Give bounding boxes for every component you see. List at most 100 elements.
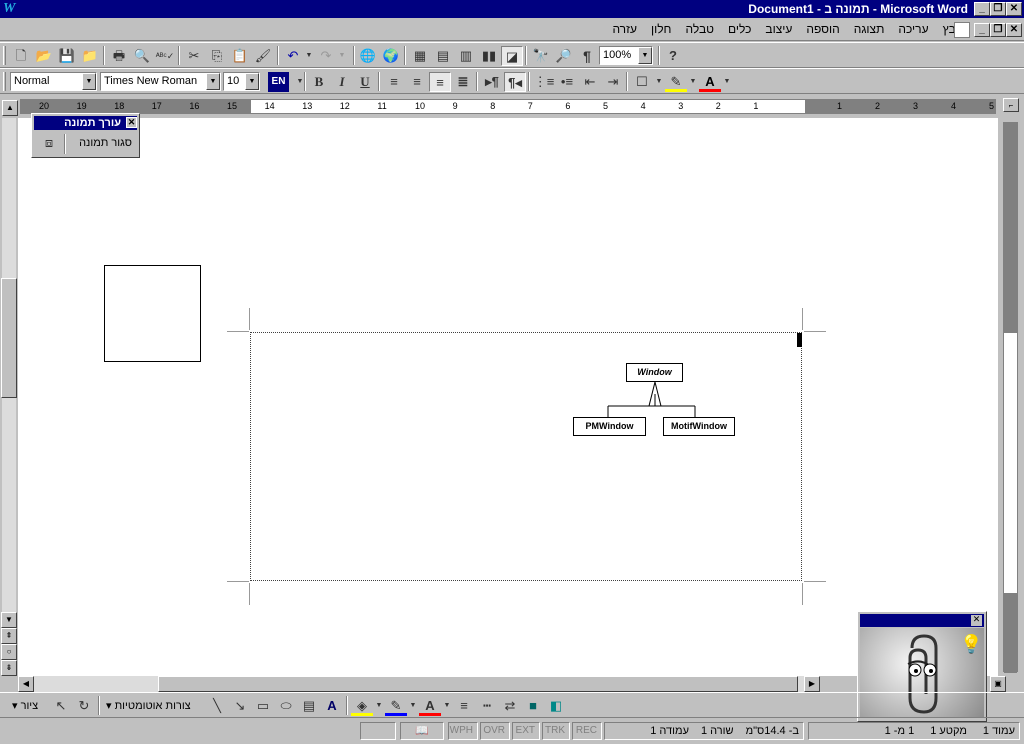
scroll-right-icon[interactable]: ▶	[804, 676, 820, 692]
horizontal-scrollbar[interactable]: ◀ ▶ ▣	[18, 676, 1006, 692]
line-style-icon[interactable]: ≡	[453, 696, 475, 716]
increase-indent-icon[interactable]: ⇥	[602, 72, 624, 92]
arrow-icon[interactable]: ↘	[229, 696, 251, 716]
menu-item[interactable]: הוספה	[804, 22, 841, 36]
bullets-icon[interactable]: •≡	[556, 72, 578, 92]
style-select[interactable]: Normal ▼	[10, 72, 97, 91]
scroll-left-icon[interactable]: ◀	[18, 676, 34, 692]
picture-frame[interactable]	[250, 332, 802, 581]
left-scrollbar[interactable]: ▼ ⇞ ○ ⇟	[0, 118, 18, 676]
toolbar-grip[interactable]	[3, 46, 6, 65]
bold-icon[interactable]: B	[308, 72, 330, 92]
columns-icon[interactable]: ▮▮	[478, 46, 500, 66]
select-browse-icon[interactable]: ⌐	[1003, 98, 1019, 112]
document-icon[interactable]	[954, 22, 970, 38]
minimize-button[interactable]: _	[974, 2, 990, 16]
chevron-down-icon[interactable]: ▼	[245, 73, 259, 90]
dash-style-icon[interactable]: ┅	[476, 696, 498, 716]
help-icon[interactable]: ?	[662, 46, 684, 66]
rtl-paragraph-icon[interactable]: ¶◂	[504, 72, 526, 92]
redo-dropdown-icon[interactable]: ▼	[331, 46, 353, 66]
align-center-icon[interactable]: ≡	[406, 72, 428, 92]
doc-close-button[interactable]: ✕	[1006, 23, 1022, 37]
doc-minimize-button[interactable]: _	[974, 23, 990, 37]
restore-button[interactable]: ❐	[990, 2, 1006, 16]
wph-indicator[interactable]: WPH	[448, 722, 478, 740]
font-select[interactable]: Times New Roman ▼	[100, 72, 221, 91]
ovr-indicator[interactable]: OVR	[480, 722, 510, 740]
autoshapes-menu-button[interactable]: צורות אוטומטיות ▾	[106, 699, 191, 712]
close-icon[interactable]: ✕	[126, 117, 137, 128]
open-folder-icon[interactable]: 📂	[33, 46, 55, 66]
chevron-down-icon[interactable]: ▼	[638, 47, 652, 64]
close-icon[interactable]: ✕	[971, 615, 982, 626]
spelling-icon[interactable]: ᴬᴮᶜ✓	[154, 46, 176, 66]
folder-icon[interactable]: 📁	[79, 46, 101, 66]
next-page-icon[interactable]: ⇟	[1, 660, 17, 676]
menu-item[interactable]: עיצוב	[763, 22, 794, 36]
uml-class-motifwindow[interactable]: MotifWindow	[663, 417, 735, 436]
lightbulb-icon[interactable]: 💡	[960, 634, 982, 654]
3d-icon[interactable]: ◧	[545, 696, 567, 716]
arrow-style-icon[interactable]: ⇄	[499, 696, 521, 716]
uml-class-window[interactable]: Window	[626, 363, 683, 382]
align-right-icon[interactable]: ≡	[429, 72, 451, 92]
print-icon[interactable]: 🖶	[108, 46, 130, 66]
scroll-up-icon[interactable]: ▲	[2, 100, 18, 116]
web-toolbar-icon[interactable]: 🌍	[380, 46, 402, 66]
insert-excel-icon[interactable]: ▥	[455, 46, 477, 66]
chevron-down-icon[interactable]: ▼	[206, 73, 220, 90]
italic-icon[interactable]: I	[331, 72, 353, 92]
justify-icon[interactable]: ≣	[452, 72, 474, 92]
rectangle-icon[interactable]: ▭	[252, 696, 274, 716]
rectangle-shape[interactable]	[104, 265, 201, 362]
vertical-ruler[interactable]	[1003, 122, 1018, 673]
ext-indicator[interactable]: EXT	[512, 722, 540, 740]
rec-indicator[interactable]: REC	[572, 722, 602, 740]
drawing-icon[interactable]: ◪	[501, 46, 523, 66]
scroll-down-icon[interactable]: ▼	[1, 612, 17, 628]
draw-menu-button[interactable]: ציור ▾	[12, 699, 38, 712]
ltr-paragraph-icon[interactable]: ▸¶	[481, 72, 503, 92]
trk-indicator[interactable]: TRK	[542, 722, 570, 740]
document-map-icon[interactable]: 🔭	[530, 46, 552, 66]
zoom-page-icon[interactable]: 🔎	[553, 46, 575, 66]
page-layout-view-icon[interactable]: ▣	[990, 676, 1006, 692]
cut-icon[interactable]: ✂	[183, 46, 205, 66]
show-hide-icon[interactable]: ¶	[576, 46, 598, 66]
language-button[interactable]: EN	[268, 72, 289, 92]
spelling-status-icon[interactable]: 📖	[400, 722, 444, 740]
hscroll-thumb[interactable]	[158, 676, 798, 692]
free-rotate-icon[interactable]: ↻	[73, 696, 95, 716]
menu-item[interactable]: טבלה	[683, 22, 716, 36]
horizontal-ruler[interactable]: 20 19 18 17 16 15 14 13 12 11 10 9 8 7 6 5 4 3 2 1 1 2 3 4 5	[20, 99, 996, 114]
save-icon[interactable]: 💾	[56, 46, 78, 66]
text-box-icon[interactable]: ▤	[298, 696, 320, 716]
select-objects-icon[interactable]: ↖	[50, 696, 72, 716]
font-color-dropdown-icon[interactable]: ▼	[716, 72, 738, 92]
close-button[interactable]: ✕	[1006, 2, 1022, 16]
browse-object-icon[interactable]: ○	[1, 644, 17, 660]
decrease-indent-icon[interactable]: ⇤	[579, 72, 601, 92]
numbering-icon[interactable]: ⋮≡	[533, 72, 555, 92]
print-preview-icon[interactable]: 🔍	[131, 46, 153, 66]
align-left-icon[interactable]: ≡	[383, 72, 405, 92]
menu-item[interactable]: כלים	[726, 22, 753, 36]
oval-icon[interactable]: ⬭	[275, 696, 297, 716]
font-size-select[interactable]: 10 ▼	[223, 72, 260, 91]
underline-icon[interactable]: U	[354, 72, 376, 92]
word-app-icon[interactable]: W	[3, 1, 19, 17]
doc-restore-button[interactable]: ❐	[990, 23, 1006, 37]
wordart-icon[interactable]: A	[321, 696, 343, 716]
zoom-select[interactable]: 100% ▼	[599, 46, 653, 65]
shadow-icon[interactable]: ■	[522, 696, 544, 716]
toolbar-grip[interactable]	[3, 72, 6, 91]
chevron-down-icon[interactable]: ▼	[82, 73, 96, 90]
close-picture-button[interactable]: סגור תמונה	[68, 137, 132, 149]
menu-item[interactable]: עריכה	[896, 22, 930, 36]
scroll-thumb[interactable]	[1, 278, 17, 398]
format-painter-icon[interactable]: 🖌	[252, 46, 274, 66]
copy-icon[interactable]: ⎘	[206, 46, 228, 66]
insert-table-icon[interactable]: ▤	[432, 46, 454, 66]
tables-borders-icon[interactable]: ▦	[409, 46, 431, 66]
